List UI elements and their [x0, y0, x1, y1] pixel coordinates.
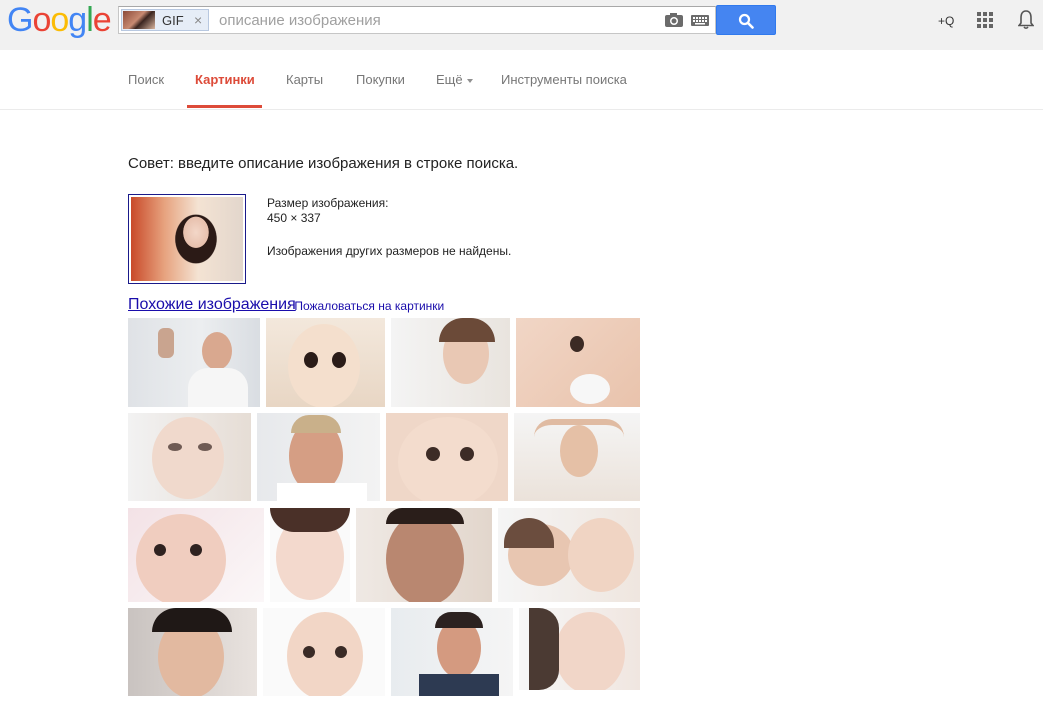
similar-image-thumbnail[interactable] [514, 413, 640, 501]
top-bar: Google GIF × +Q [0, 0, 1043, 50]
apps-grid-icon[interactable] [977, 12, 993, 28]
search-input[interactable] [219, 11, 649, 29]
active-tab-indicator [187, 105, 262, 108]
query-image-preview[interactable] [128, 194, 246, 284]
chip-label: GIF [162, 13, 184, 28]
similar-image-thumbnail[interactable] [128, 413, 251, 501]
tab-images[interactable]: Картинки [195, 72, 255, 87]
image-size-value: 450 × 337 [267, 211, 321, 225]
similar-images-link[interactable]: Похожие изображения [128, 296, 296, 314]
similar-image-thumbnail[interactable] [386, 413, 508, 501]
similar-image-thumbnail[interactable] [356, 508, 492, 602]
logo-letter: g [68, 1, 87, 39]
similar-image-thumbnail[interactable] [516, 318, 640, 407]
search-icon [738, 13, 754, 29]
logo-letter: o [32, 1, 51, 39]
tab-search[interactable]: Поиск [128, 72, 164, 87]
tab-shopping[interactable]: Покупки [356, 72, 405, 87]
similar-image-thumbnail[interactable] [266, 318, 385, 407]
chip-close-icon[interactable]: × [194, 12, 202, 28]
image-size-label: Размер изображения: [267, 196, 389, 210]
notifications-bell-icon[interactable] [1018, 10, 1034, 30]
search-button[interactable] [716, 5, 776, 35]
chevron-down-icon [466, 78, 473, 83]
similar-image-thumbnail[interactable] [519, 608, 640, 690]
similar-image-thumbnail[interactable] [270, 508, 350, 602]
camera-icon[interactable] [665, 13, 683, 27]
similar-image-thumbnail[interactable] [391, 318, 510, 407]
tab-more-label: Ещё [436, 72, 463, 87]
similar-image-thumbnail[interactable] [128, 318, 260, 407]
similar-image-thumbnail[interactable] [128, 508, 264, 602]
query-image [131, 197, 243, 281]
keyboard-icon[interactable] [691, 15, 709, 26]
tab-search-tools[interactable]: Инструменты поиска [501, 72, 627, 87]
tab-more[interactable]: Ещё [436, 72, 473, 87]
google-logo[interactable]: Google [7, 0, 112, 40]
search-nav: Поиск Картинки Карты Покупки Ещё Инструм… [0, 50, 1043, 110]
image-size-info: Размер изображения: 450 × 337 [267, 196, 388, 226]
logo-letter: e [92, 1, 112, 39]
search-tip: Совет: введите описание изображения в ст… [128, 155, 519, 172]
search-box: GIF × [118, 6, 716, 34]
report-images-link[interactable]: Пожаловаться на картинки [294, 299, 444, 313]
logo-letter: o [50, 1, 69, 39]
google-plus-profile-link[interactable]: +Q [938, 14, 954, 28]
image-query-chip[interactable]: GIF × [121, 9, 209, 31]
similar-image-thumbnail[interactable] [391, 608, 513, 696]
similar-image-thumbnail[interactable] [257, 413, 380, 501]
tab-maps[interactable]: Карты [286, 72, 323, 87]
report-images: - Пожаловаться на картинки [287, 299, 444, 313]
no-other-sizes-note: Изображения других размеров не найдены. [267, 244, 512, 258]
similar-image-thumbnail[interactable] [263, 608, 385, 696]
logo-letter: G [7, 1, 33, 39]
query-image-thumbnail [123, 11, 155, 29]
similar-image-thumbnail[interactable] [128, 608, 257, 696]
similar-image-thumbnail[interactable] [498, 508, 640, 602]
